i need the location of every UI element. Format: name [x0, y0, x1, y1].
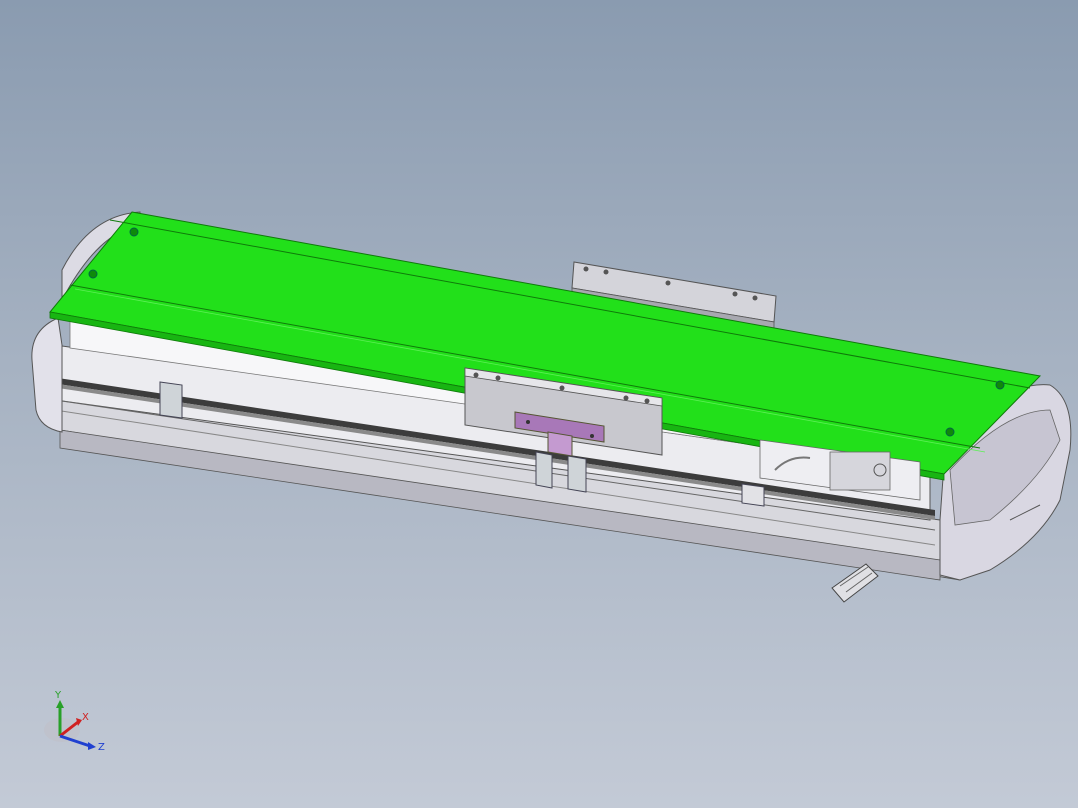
cable-connector: [831, 563, 879, 603]
y-axis-label: Y: [54, 690, 62, 701]
z-axis-label: Z: [98, 742, 105, 753]
coordinate-triad: Y X Z: [40, 688, 120, 758]
cad-viewport[interactable]: [0, 0, 1078, 808]
x-axis-label: X: [82, 712, 89, 723]
